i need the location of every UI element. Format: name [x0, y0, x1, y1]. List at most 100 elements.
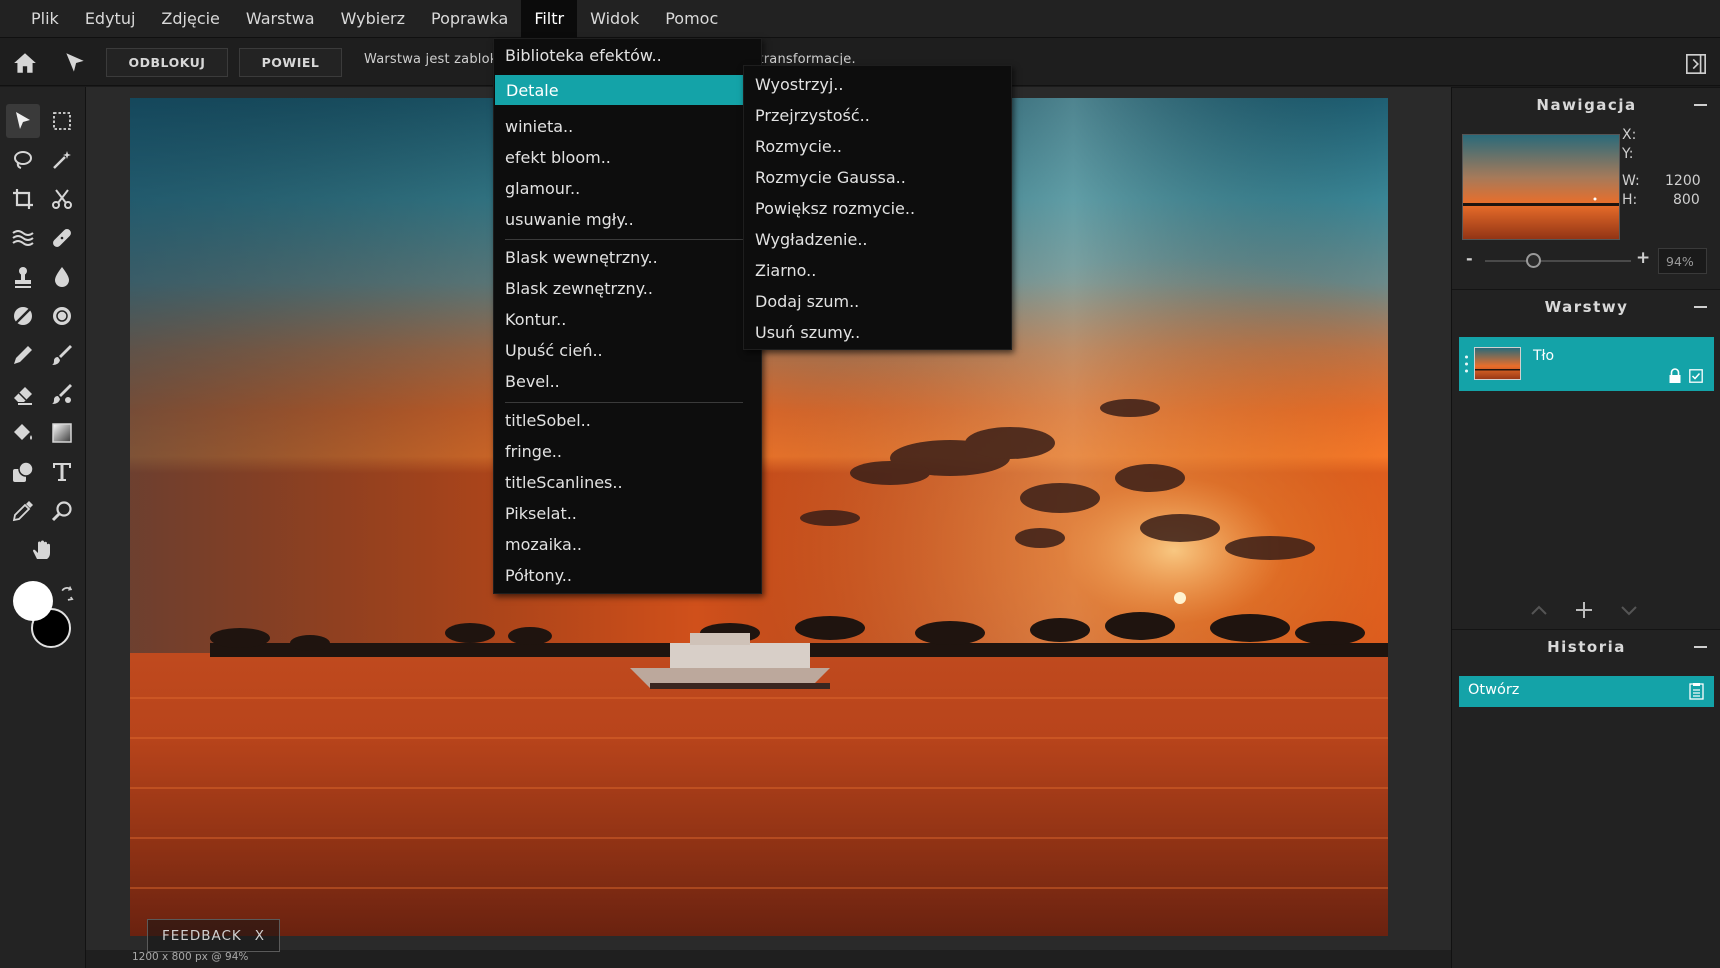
eyedropper-icon[interactable] [6, 494, 40, 528]
layers-title: Warstwy [1544, 297, 1629, 316]
navigator-thumbnail[interactable] [1462, 134, 1620, 240]
sponge-icon[interactable] [45, 299, 79, 333]
submenu-item-clarity[interactable]: Przejrzystość.. [744, 100, 1011, 131]
history-minimize-icon[interactable] [1694, 646, 1707, 648]
menu-widok[interactable]: Widok [577, 0, 652, 38]
menu-item-outer-glow[interactable]: Blask zewnętrzny.. [494, 273, 761, 304]
drag-handle-icon[interactable] [1465, 355, 1468, 373]
menu-item-effects-library[interactable]: Biblioteka efektów.. [494, 40, 761, 71]
menu-item-sobel[interactable]: titleSobel.. [494, 405, 761, 436]
swap-colors-icon[interactable] [58, 585, 75, 602]
eraser-icon[interactable] [6, 377, 40, 411]
color-replace-icon[interactable] [45, 377, 79, 411]
gradient-icon[interactable] [45, 416, 79, 450]
menu-item-detale[interactable]: Detale [495, 75, 744, 105]
bottom-status-bar [86, 950, 1451, 968]
brush-icon[interactable] [45, 338, 79, 372]
layer-thumbnail [1474, 347, 1521, 380]
menu-item-drop-shadow[interactable]: Upuść cień.. [494, 335, 761, 366]
menu-item-dehaze[interactable]: usuwanie mgły.. [494, 204, 761, 235]
layer-move-up-icon[interactable] [1528, 599, 1550, 621]
feedback-label[interactable]: FEEDBACK [162, 928, 242, 944]
menu-filtr[interactable]: Filtr [521, 0, 578, 38]
layer-move-down-icon[interactable] [1618, 599, 1640, 621]
marquee-select-icon[interactable] [45, 104, 79, 138]
feedback-close-button[interactable]: X [255, 928, 265, 944]
submenu-item-denoise[interactable]: Usuń szumy.. [744, 317, 1011, 348]
submenu-item-grain[interactable]: Ziarno.. [744, 255, 1011, 286]
menu-item-glamour[interactable]: glamour.. [494, 173, 761, 204]
crop-icon[interactable] [6, 182, 40, 216]
menu-item-vignette[interactable]: winieta.. [494, 111, 761, 142]
navigator-minimize-icon[interactable] [1694, 104, 1707, 106]
menu-item-bloom[interactable]: efekt bloom.. [494, 142, 761, 173]
scissors-icon[interactable] [45, 182, 79, 216]
dodge-burn-icon[interactable] [6, 299, 40, 333]
home-icon[interactable] [12, 50, 38, 76]
pencil-icon[interactable] [6, 338, 40, 372]
magic-wand-icon[interactable] [45, 143, 79, 177]
submenu-item-blur[interactable]: Rozmycie.. [744, 131, 1011, 162]
history-title: Historia [1547, 637, 1626, 656]
submenu-item-sharpen[interactable]: Wyostrzyj.. [744, 69, 1011, 100]
lasso-icon[interactable] [6, 143, 40, 177]
zoom-out-button[interactable]: - [1466, 249, 1473, 268]
healing-bandage-icon[interactable] [45, 221, 79, 255]
lock-icon[interactable] [1668, 368, 1682, 384]
blur-drop-icon[interactable] [45, 260, 79, 294]
navigator-title: Nawigacja [1536, 95, 1637, 114]
move-arrow-icon[interactable] [62, 50, 88, 76]
layers-minimize-icon[interactable] [1694, 306, 1707, 308]
menu-warstwa[interactable]: Warstwa [233, 0, 328, 38]
submenu-item-add-noise[interactable]: Dodaj szum.. [744, 286, 1011, 317]
menu-edytuj[interactable]: Edytuj [72, 0, 149, 38]
zoom-in-button[interactable]: + [1636, 248, 1650, 268]
submenu-item-gaussian-blur[interactable]: Rozmycie Gaussa.. [744, 162, 1011, 193]
zoom-icon[interactable] [45, 494, 79, 528]
zoom-value-input[interactable]: 94% [1658, 248, 1707, 274]
menu-poprawka[interactable]: Poprawka [418, 0, 521, 38]
layers-header: Warstwy [1452, 289, 1720, 323]
move-tool-icon[interactable] [6, 104, 40, 138]
nav-w-value: 1200 [1665, 173, 1701, 189]
menu-bar: Plik Edytuj Zdjęcie Warstwa Wybierz Popr… [0, 0, 1720, 38]
menu-item-bevel[interactable]: Bevel.. [494, 366, 761, 397]
toolbar [0, 87, 86, 968]
visibility-checkbox-icon[interactable] [1689, 369, 1703, 383]
menu-item-fringe[interactable]: fringe.. [494, 436, 761, 467]
history-item-label: Otwórz [1468, 682, 1520, 698]
foreground-color-swatch[interactable] [13, 581, 53, 621]
zoom-slider[interactable] [1485, 260, 1631, 262]
menu-pomoc[interactable]: Pomoc [652, 0, 731, 38]
add-layer-icon[interactable] [1573, 599, 1595, 621]
layer-row[interactable]: Tło [1459, 337, 1714, 391]
menu-item-pixelate[interactable]: Pikselat.. [494, 498, 761, 529]
shape-icon[interactable] [6, 455, 40, 489]
navigator-header: Nawigacja [1452, 87, 1720, 121]
liquify-icon[interactable] [6, 221, 40, 255]
layer-name: Tło [1533, 348, 1555, 364]
text-tool-icon[interactable] [45, 455, 79, 489]
submenu-item-zoom-blur[interactable]: Powiększ rozmycie.. [744, 193, 1011, 224]
feedback-button[interactable]: FEEDBACK X [147, 919, 280, 952]
menu-item-mosaic[interactable]: mozaika.. [494, 529, 761, 560]
duplicate-button[interactable]: POWIEL [239, 48, 342, 77]
menu-plik[interactable]: Plik [18, 0, 72, 38]
image-size-readout: 1200 x 800 px @ 94% [132, 951, 249, 963]
document-icon [1689, 683, 1704, 700]
menu-item-halftone[interactable]: Półtony.. [494, 560, 761, 591]
history-item[interactable]: Otwórz [1459, 676, 1714, 707]
history-header: Historia [1452, 629, 1720, 663]
menu-item-stroke[interactable]: Kontur.. [494, 304, 761, 335]
clone-stamp-icon[interactable] [6, 260, 40, 294]
unlock-button[interactable]: ODBLOKUJ [106, 48, 228, 77]
panel-toggle-icon[interactable] [1685, 53, 1707, 75]
paint-bucket-icon[interactable] [6, 416, 40, 450]
zoom-slider-handle[interactable] [1526, 253, 1542, 268]
menu-wybierz[interactable]: Wybierz [328, 0, 418, 38]
menu-zdjecie[interactable]: Zdjęcie [148, 0, 233, 38]
menu-item-scanlines[interactable]: titleScanlines.. [494, 467, 761, 498]
submenu-item-smoothing[interactable]: Wygładzenie.. [744, 224, 1011, 255]
hand-icon[interactable] [25, 533, 59, 567]
menu-item-inner-glow[interactable]: Blask wewnętrzny.. [494, 242, 761, 273]
